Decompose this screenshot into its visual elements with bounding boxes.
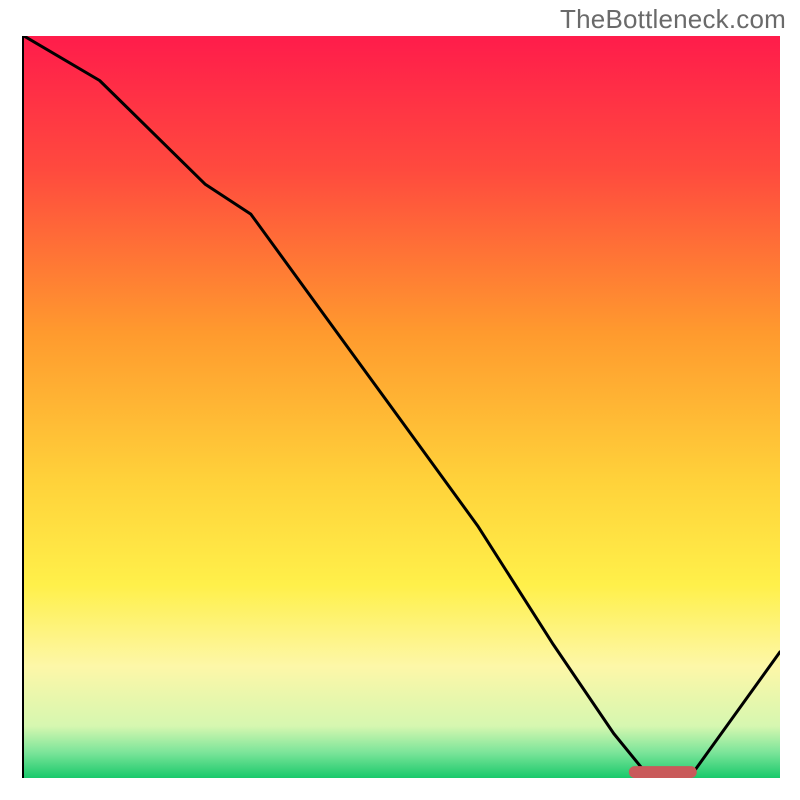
chart-stage: TheBottleneck.com: [0, 0, 800, 800]
optimal-range-marker: [629, 766, 697, 778]
chart-svg: [24, 36, 780, 778]
plot-frame: [22, 36, 778, 778]
watermark-text: TheBottleneck.com: [560, 4, 786, 35]
heat-background: [24, 36, 780, 778]
